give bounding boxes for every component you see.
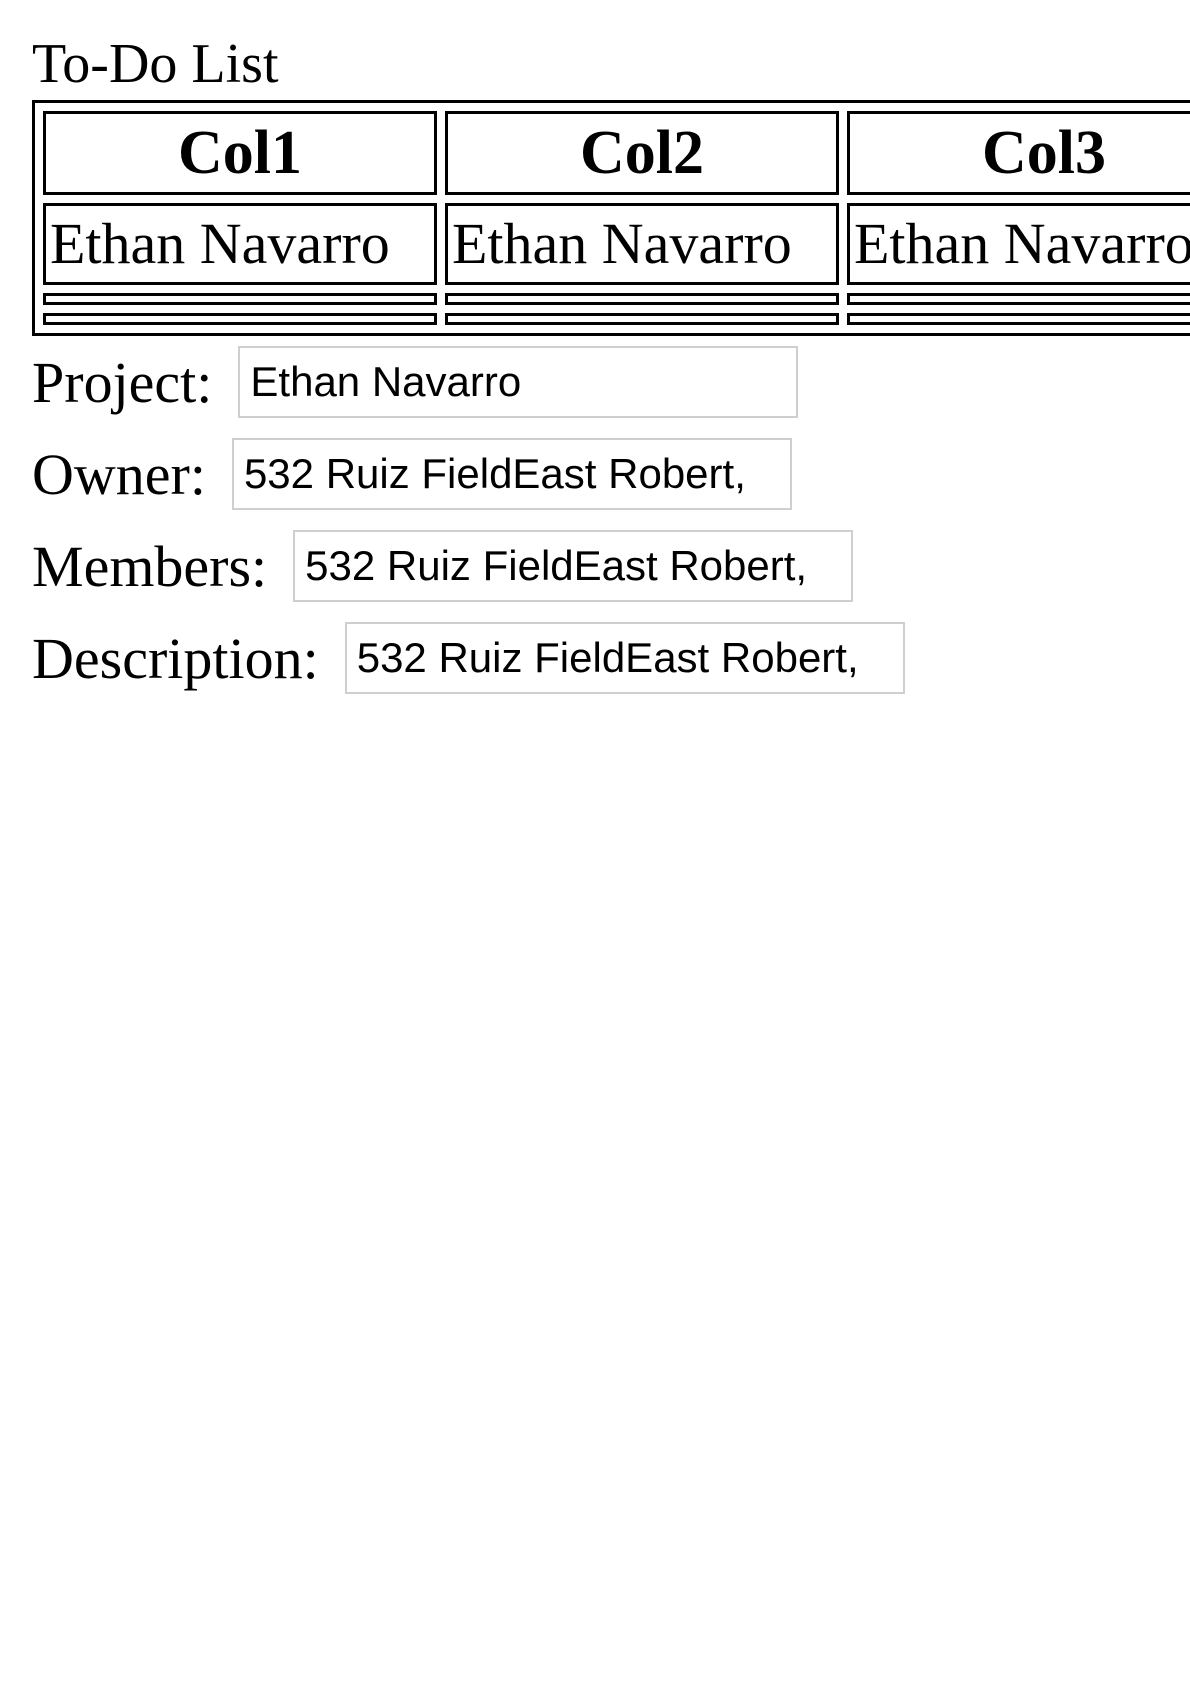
table-row: Ethan Navarro Ethan Navarro Ethan Navarr… bbox=[43, 203, 1190, 285]
table-cell bbox=[43, 313, 437, 325]
owner-label: Owner: bbox=[32, 441, 206, 507]
page: To-Do List Col1 Col2 Col3 Ethan Navarro … bbox=[32, 28, 1190, 704]
table-row bbox=[43, 313, 1190, 325]
page-title: To-Do List bbox=[32, 33, 279, 95]
table-cell bbox=[445, 293, 839, 305]
column-header: Col1 bbox=[43, 111, 437, 195]
project-input[interactable] bbox=[238, 346, 799, 418]
members-label: Members: bbox=[32, 533, 268, 599]
members-input[interactable] bbox=[293, 530, 854, 602]
table-header-row: Col1 Col2 Col3 bbox=[43, 111, 1190, 195]
table-container: Col1 Col2 Col3 Ethan Navarro Ethan Navar… bbox=[32, 100, 1190, 336]
owner-row: Owner: bbox=[32, 428, 1190, 520]
project-row: Project: bbox=[32, 336, 1190, 428]
table-row bbox=[43, 293, 1190, 305]
description-label: Description: bbox=[32, 625, 319, 691]
table-cell: Ethan Navarro bbox=[43, 203, 437, 285]
table-cell: Ethan Navarro bbox=[847, 203, 1190, 285]
project-label: Project: bbox=[32, 349, 213, 415]
column-header: Col3 bbox=[847, 111, 1190, 195]
table-cell bbox=[445, 313, 839, 325]
owner-input[interactable] bbox=[231, 438, 792, 510]
description-input[interactable] bbox=[344, 622, 905, 694]
table-cell bbox=[43, 293, 437, 305]
description-row: Description: bbox=[32, 612, 1190, 704]
table-cell bbox=[847, 313, 1190, 325]
table-cell: Ethan Navarro bbox=[445, 203, 839, 285]
todo-table: Col1 Col2 Col3 Ethan Navarro Ethan Navar… bbox=[32, 100, 1190, 336]
members-row: Members: bbox=[32, 520, 1190, 612]
column-header: Col2 bbox=[445, 111, 839, 195]
table-cell bbox=[847, 293, 1190, 305]
